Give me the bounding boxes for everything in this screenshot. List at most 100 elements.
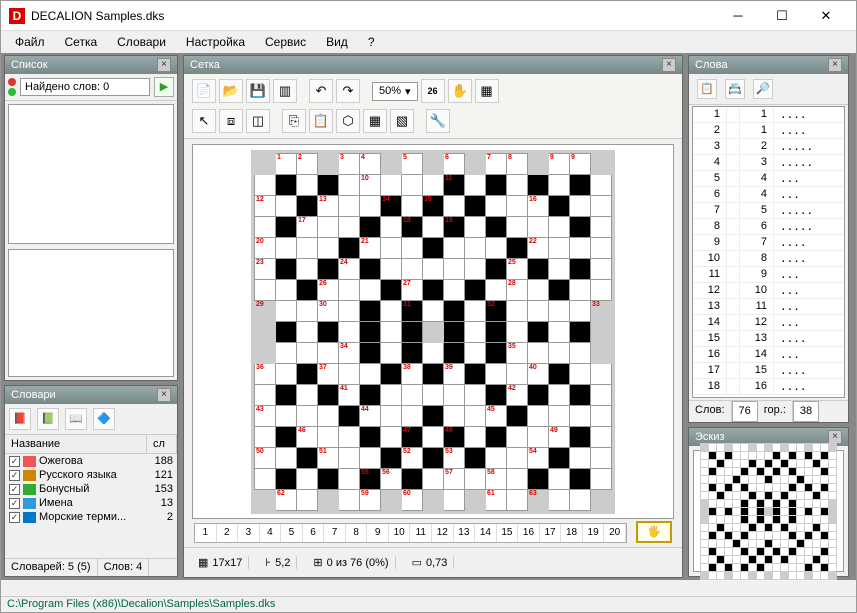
grid-cell[interactable] [276,279,297,300]
grid-cell[interactable] [360,447,381,468]
grid-cell[interactable]: 36 [255,363,276,384]
grid-cell[interactable] [297,468,318,489]
grid-cell[interactable] [423,153,444,174]
grid-cell[interactable] [423,216,444,237]
grid-cell[interactable] [339,195,360,216]
dict-row[interactable]: ✓Бонусный153 [5,482,177,496]
grid-cell[interactable] [486,321,507,342]
grid-cell[interactable] [360,426,381,447]
menu-dicts[interactable]: Словари [109,32,174,52]
grid-cell[interactable] [402,384,423,405]
dict-sort-button[interactable]: 🔷 [93,408,115,430]
grid-cell[interactable]: 5 [402,153,423,174]
grid-cell[interactable] [297,321,318,342]
grid-cell[interactable] [423,405,444,426]
grid-cell[interactable] [507,405,528,426]
grid-cell[interactable] [591,426,612,447]
grid-cell[interactable] [423,342,444,363]
grid-cell[interactable] [528,216,549,237]
grid-cell[interactable] [570,384,591,405]
grid-cell[interactable] [276,237,297,258]
grid-cell[interactable] [444,300,465,321]
grid-cell[interactable] [528,153,549,174]
grid-cell[interactable] [549,468,570,489]
grid-cell[interactable] [570,174,591,195]
grid-cell[interactable] [570,426,591,447]
dict-checkbox[interactable]: ✓ [9,484,20,495]
grid-cell[interactable] [549,405,570,426]
grid-cell[interactable] [318,426,339,447]
grid-cell[interactable] [339,321,360,342]
grid-cell[interactable] [339,468,360,489]
grid-cell[interactable] [444,258,465,279]
grid-cell[interactable] [297,489,318,510]
grid-cell[interactable] [486,363,507,384]
grid-cell[interactable] [423,489,444,510]
grid-cell[interactable] [465,321,486,342]
dict-row[interactable]: ✓Морские терми...2 [5,510,177,524]
ruler-tick[interactable]: 10 [389,524,411,542]
grid-cell[interactable]: 29 [255,300,276,321]
grid-cell[interactable]: 17 [297,216,318,237]
grid-cell[interactable] [570,321,591,342]
panel-grid-close[interactable]: × [662,58,676,72]
grid-cell[interactable] [465,258,486,279]
grid-cell[interactable] [528,342,549,363]
grid-cell[interactable]: 1 [276,153,297,174]
menu-grid[interactable]: Сетка [57,32,106,52]
grid-cell[interactable] [549,174,570,195]
grid-cell[interactable] [444,237,465,258]
marquee-button[interactable]: ◫ [246,109,270,133]
grid-cell[interactable] [486,426,507,447]
grid-cell[interactable] [570,468,591,489]
grid-cell[interactable] [465,237,486,258]
grid-cell[interactable]: 9 [549,153,570,174]
ruler-tick[interactable]: 4 [260,524,282,542]
grid-cell[interactable]: 34 [339,342,360,363]
words-table[interactable]: 11....21....32.....43.....54...64...75..… [692,106,845,398]
ruler-tick[interactable]: 15 [497,524,519,542]
grid-cell[interactable] [528,174,549,195]
grid-cell[interactable] [423,447,444,468]
grid-cell[interactable] [255,174,276,195]
grid-cell[interactable] [507,426,528,447]
panel-dicts-close[interactable]: × [157,388,171,402]
grid-cell[interactable] [381,363,402,384]
grid-cell[interactable] [591,342,612,363]
dict-row[interactable]: ✓Имена13 [5,496,177,510]
grid-cell[interactable] [444,279,465,300]
grid-cell[interactable]: 6 [444,153,465,174]
words-card-button[interactable]: 📇 [725,79,745,99]
word-row[interactable]: 43..... [693,155,844,171]
grid-cell[interactable] [297,300,318,321]
word-row[interactable]: 97.... [693,235,844,251]
grid-cell[interactable] [318,174,339,195]
grid-cell[interactable] [423,258,444,279]
grid-cell[interactable] [591,279,612,300]
grid-cell[interactable]: 58 [486,468,507,489]
grid-cell[interactable] [276,342,297,363]
grid-cell[interactable] [339,489,360,510]
grid-cell[interactable] [381,258,402,279]
grid-cell[interactable] [255,468,276,489]
grid-cell[interactable] [465,405,486,426]
crossword-grid[interactable]: 1234567899101112131415161718192021222324… [192,144,674,519]
menu-service[interactable]: Сервис [257,32,314,52]
grid-cell[interactable] [318,468,339,489]
dict-open-button[interactable]: 📖 [65,408,87,430]
grid-cell[interactable] [465,489,486,510]
ruler-tick[interactable]: 5 [281,524,303,542]
copy-button[interactable]: ⎘ [282,109,306,133]
grid-cell[interactable] [549,447,570,468]
dict-add-button[interactable]: 📕 [9,408,31,430]
grid-cell[interactable]: 25 [507,258,528,279]
grid-cell[interactable] [255,216,276,237]
grid-cell[interactable]: 3 [339,153,360,174]
grid-cell[interactable] [360,216,381,237]
grid-cell[interactable]: 37 [318,363,339,384]
grid-cell[interactable] [549,195,570,216]
grid-cell[interactable]: 24 [339,258,360,279]
grid-cell[interactable] [381,174,402,195]
grid-cell[interactable] [381,426,402,447]
grid-cell[interactable] [591,258,612,279]
